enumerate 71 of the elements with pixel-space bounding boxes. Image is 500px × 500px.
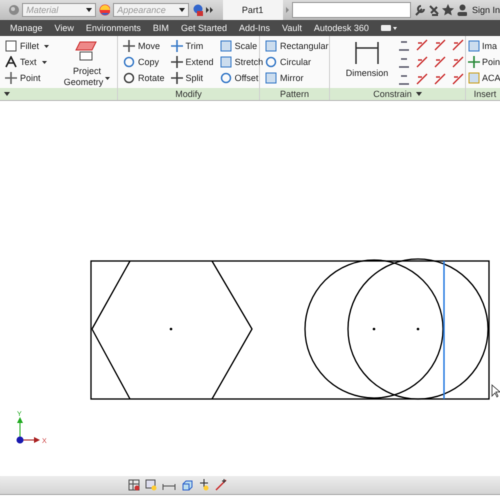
ribbon-button[interactable]: Stretch — [218, 54, 266, 70]
move-icon[interactable] — [198, 479, 210, 491]
center-point — [416, 328, 420, 330]
caret-icon — [86, 8, 92, 12]
origin-point — [16, 436, 24, 444]
constraint-icon[interactable] — [433, 55, 447, 69]
caret-icon — [42, 60, 47, 64]
caret-icon[interactable] — [4, 92, 10, 96]
ribbon-button[interactable]: Trim — [168, 38, 216, 54]
ribbon-button[interactable]: Offset — [218, 70, 266, 86]
sign-in-link[interactable]: Sign In — [472, 5, 500, 15]
menu-tab[interactable]: Vault — [282, 23, 302, 33]
ring-icon — [265, 56, 277, 68]
paint-icon[interactable] — [192, 4, 204, 16]
ribbon-button[interactable]: Poin — [467, 54, 500, 70]
caret-icon — [44, 44, 50, 48]
ribbon-button[interactable]: Dimension — [341, 38, 393, 79]
panel-label: Modify — [118, 88, 259, 100]
more-icon[interactable] — [206, 7, 214, 13]
letter-icon — [5, 56, 17, 68]
center-point — [372, 328, 376, 330]
menu-tab[interactable]: Autodesk 360 — [314, 23, 369, 33]
caret-icon — [178, 8, 185, 12]
caret-icon — [105, 77, 110, 80]
panel-label: Insert — [466, 88, 500, 100]
square-icon — [220, 56, 232, 68]
ribbon-button[interactable]: Fillet — [3, 38, 52, 54]
ribbon-button[interactable]: Circular — [263, 54, 331, 70]
center-point — [170, 328, 172, 330]
window-icon[interactable] — [145, 479, 157, 491]
ribbon-button[interactable]: Split — [168, 70, 216, 86]
constraint-icon[interactable] — [433, 38, 447, 52]
menu-tab[interactable]: BIM — [152, 23, 169, 33]
ribbon-button[interactable]: Rectangular — [263, 38, 331, 54]
ribbon-button[interactable]: Scale — [218, 38, 266, 54]
constraint-icon[interactable] — [451, 72, 465, 86]
wrench-icon[interactable] — [414, 4, 426, 16]
constraint-icon[interactable] — [415, 38, 429, 52]
caret-icon[interactable] — [416, 92, 422, 96]
cube-icon[interactable] — [181, 479, 193, 491]
menu-tab[interactable]: Manage — [10, 23, 43, 33]
y-axis-arrow — [17, 417, 23, 440]
constraint-icon[interactable] — [415, 55, 429, 69]
menu-tab[interactable]: Add-Ins — [238, 23, 270, 33]
ribbon-button[interactable]: Rotate — [121, 70, 167, 86]
ribbon-button[interactable]: Point — [3, 70, 52, 86]
camera-icon[interactable] — [380, 24, 397, 32]
constraint-icon[interactable] — [433, 72, 447, 86]
menu-tab[interactable]: View — [54, 23, 74, 33]
constraint-icon[interactable] — [415, 72, 429, 86]
menu-tab[interactable]: Environments — [86, 23, 141, 33]
panel-label: Pattern — [260, 88, 329, 100]
star-icon[interactable] — [442, 4, 454, 16]
ribbon-button[interactable]: Mirror — [263, 70, 331, 86]
panel-label: Constrain — [330, 88, 465, 100]
ribbon-button[interactable]: Extend — [168, 54, 216, 70]
ribbon-button[interactable]: Text — [3, 54, 52, 70]
constraint-icon[interactable] — [451, 38, 465, 52]
dimension-icon — [354, 40, 380, 66]
search-field[interactable] — [292, 2, 411, 18]
cross-icon — [5, 72, 17, 84]
ribbon-button[interactable]: Ima — [467, 38, 500, 54]
line-icon[interactable] — [215, 479, 227, 491]
constraint-icon[interactable] — [451, 55, 465, 69]
ribbon-button[interactable]: Copy — [121, 54, 167, 70]
ribbon-button[interactable]: Project Geometry — [61, 38, 114, 88]
document-tab[interactable]: Part1 — [222, 0, 283, 20]
user-icon[interactable] — [456, 4, 467, 16]
square-icon — [220, 40, 232, 52]
menu-tab[interactable]: Get Started — [180, 23, 227, 33]
ribbon-button[interactable]: Move — [121, 38, 167, 54]
